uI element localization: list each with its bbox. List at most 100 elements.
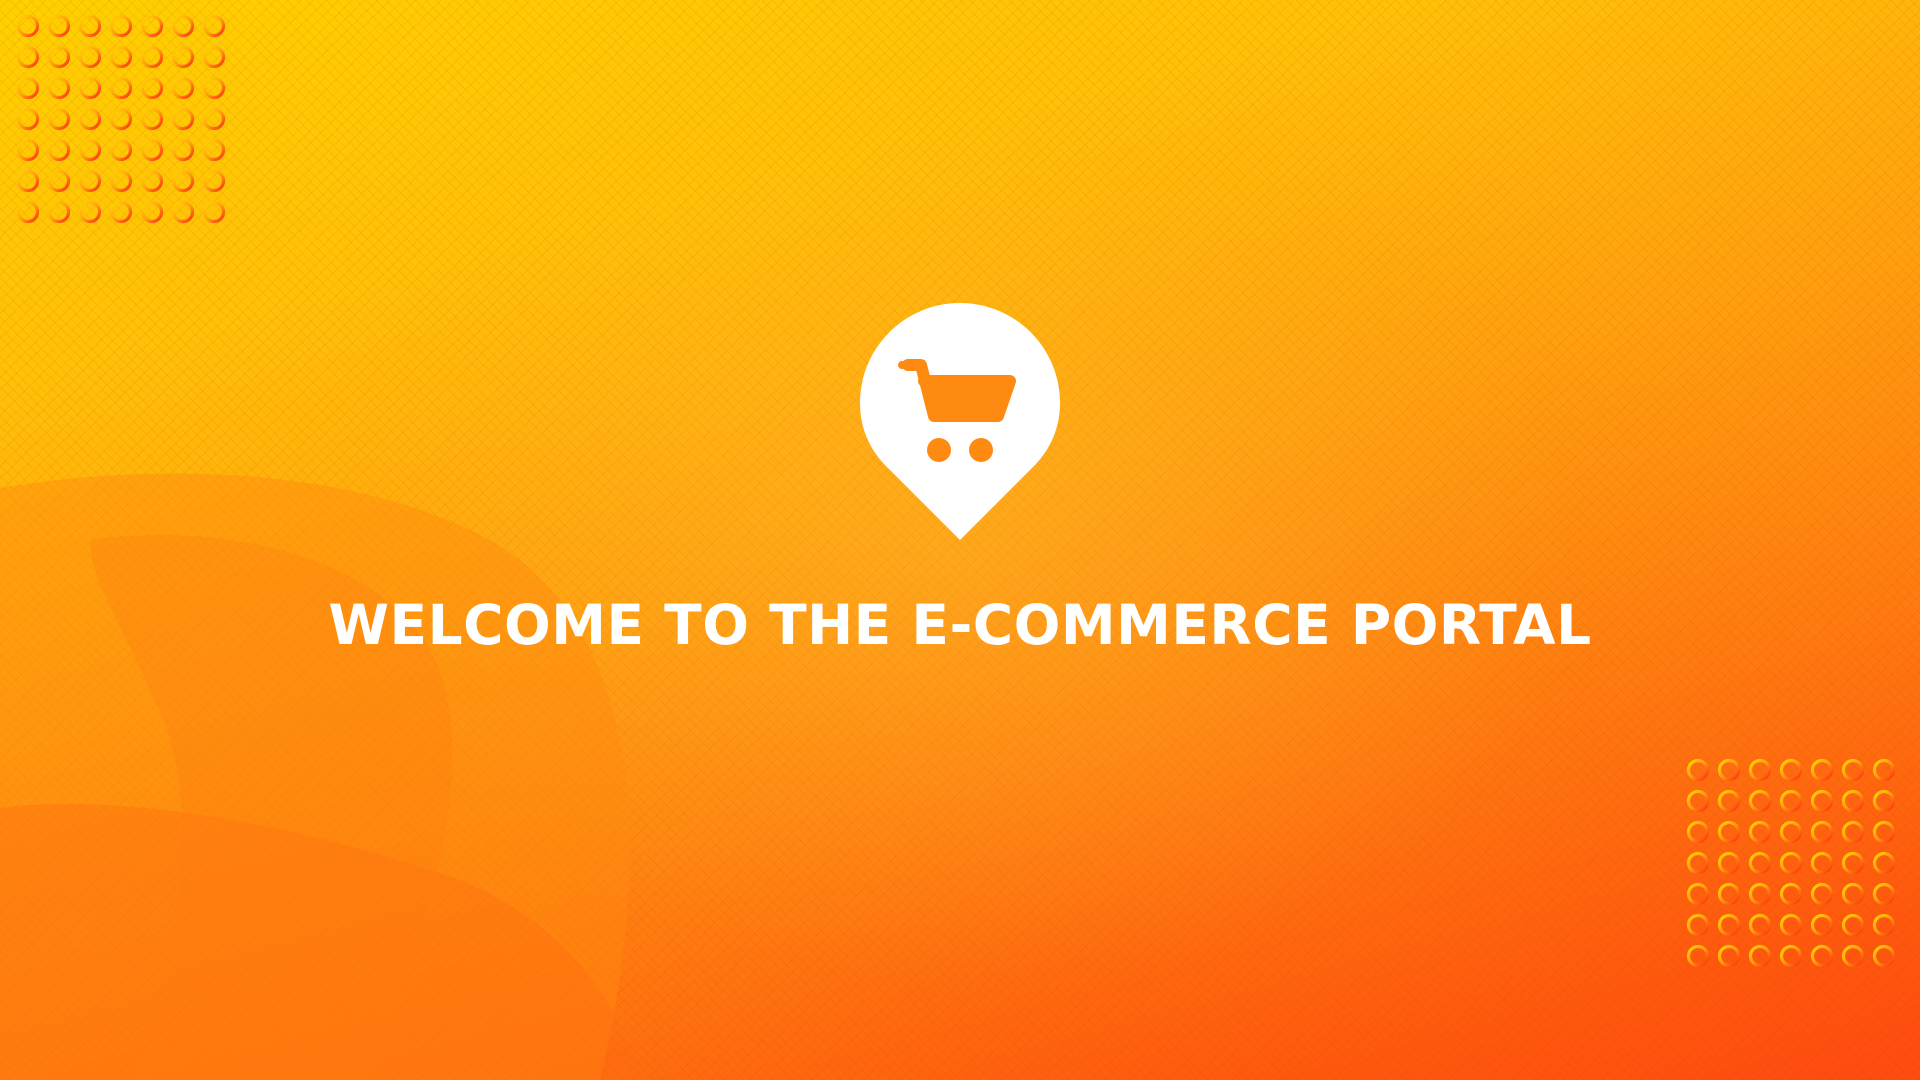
ring-dot [1779, 944, 1803, 968]
ring-dot [109, 14, 133, 38]
ring-dot [202, 45, 226, 69]
ring-dot [1841, 944, 1865, 968]
ring-dot [1686, 820, 1710, 844]
ring-dot [171, 138, 195, 162]
ring-dot [140, 76, 164, 100]
wave-outer [0, 473, 630, 1080]
welcome-headline: WELCOME TO THE E-COMMERCE PORTAL [328, 593, 1592, 657]
ring-dot [171, 45, 195, 69]
ring-dot [47, 45, 71, 69]
ring-dot [78, 107, 102, 131]
ring-dot [1779, 820, 1803, 844]
ring-dot [171, 76, 195, 100]
ring-dot [109, 107, 133, 131]
ring-dot [78, 45, 102, 69]
ring-dot [16, 107, 40, 131]
ring-dot [1872, 882, 1896, 906]
ring-dot [78, 169, 102, 193]
ring-dot [78, 76, 102, 100]
ring-dot [1810, 882, 1834, 906]
ring-dot [1841, 913, 1865, 937]
ring-dot [171, 14, 195, 38]
ring-dot [140, 169, 164, 193]
ring-dot [202, 76, 226, 100]
ring-dot [1872, 944, 1896, 968]
ring-dot [1779, 789, 1803, 813]
ring-dot [1872, 820, 1896, 844]
ring-dot [1748, 944, 1772, 968]
ring-dot [16, 76, 40, 100]
ring-dot [1810, 789, 1834, 813]
shopping-cart-location-pin-icon [860, 303, 1060, 541]
ring-dot [202, 200, 226, 224]
ring-dot [1686, 789, 1710, 813]
ring-dot [47, 14, 71, 38]
ring-dot [1872, 851, 1896, 875]
ring-dot [1717, 944, 1741, 968]
ring-dot [1841, 820, 1865, 844]
ring-dot [1686, 913, 1710, 937]
ring-dot [1717, 789, 1741, 813]
ring-dot [202, 107, 226, 131]
ring-dot [1841, 758, 1865, 782]
ring-dot [202, 138, 226, 162]
ring-dot [109, 138, 133, 162]
ring-dot [1810, 758, 1834, 782]
ring-dot [109, 45, 133, 69]
ring-dot [140, 14, 164, 38]
ring-dot [47, 169, 71, 193]
ring-dot [1748, 882, 1772, 906]
ring-dot [1717, 851, 1741, 875]
ring-dot [1748, 758, 1772, 782]
ring-dot [47, 200, 71, 224]
ring-dot [171, 107, 195, 131]
ring-dot [1872, 758, 1896, 782]
ring-pattern-bottom-right [1686, 758, 1896, 968]
ring-dot [109, 200, 133, 224]
ring-dot [16, 138, 40, 162]
ring-dot [1841, 851, 1865, 875]
ring-dot [1717, 820, 1741, 844]
ring-dot [1686, 851, 1710, 875]
ring-dot [1686, 758, 1710, 782]
ring-dot [1748, 851, 1772, 875]
ring-dot [16, 169, 40, 193]
ring-dot [1841, 789, 1865, 813]
ring-dot [1779, 913, 1803, 937]
ring-dot [78, 14, 102, 38]
ring-dot [1717, 882, 1741, 906]
ring-dot [16, 45, 40, 69]
ring-dot [1686, 944, 1710, 968]
wave-inner [0, 803, 640, 1080]
ring-dot [140, 200, 164, 224]
ring-dot [78, 138, 102, 162]
ring-dot [1748, 913, 1772, 937]
ring-dot [140, 138, 164, 162]
ring-dot [47, 76, 71, 100]
ring-dot [1841, 882, 1865, 906]
ring-dot [1779, 851, 1803, 875]
ring-dot [78, 200, 102, 224]
ring-dot [16, 200, 40, 224]
ring-dot [1872, 913, 1896, 937]
ring-dot [1717, 913, 1741, 937]
ring-dot [1810, 944, 1834, 968]
ring-dot [1779, 758, 1803, 782]
ring-dot [1717, 758, 1741, 782]
ring-dot [140, 45, 164, 69]
ring-dot [1872, 789, 1896, 813]
ring-dot [1779, 882, 1803, 906]
ring-dot [1810, 851, 1834, 875]
ring-dot [1810, 913, 1834, 937]
ring-dot [1748, 820, 1772, 844]
ring-pattern-top-left [16, 14, 226, 224]
ring-dot [109, 169, 133, 193]
ring-dot [171, 200, 195, 224]
ring-dot [202, 14, 226, 38]
ring-dot [109, 76, 133, 100]
ring-dot [1810, 820, 1834, 844]
ring-dot [171, 169, 195, 193]
ring-dot [1686, 882, 1710, 906]
ring-dot [202, 169, 226, 193]
ring-dot [140, 107, 164, 131]
